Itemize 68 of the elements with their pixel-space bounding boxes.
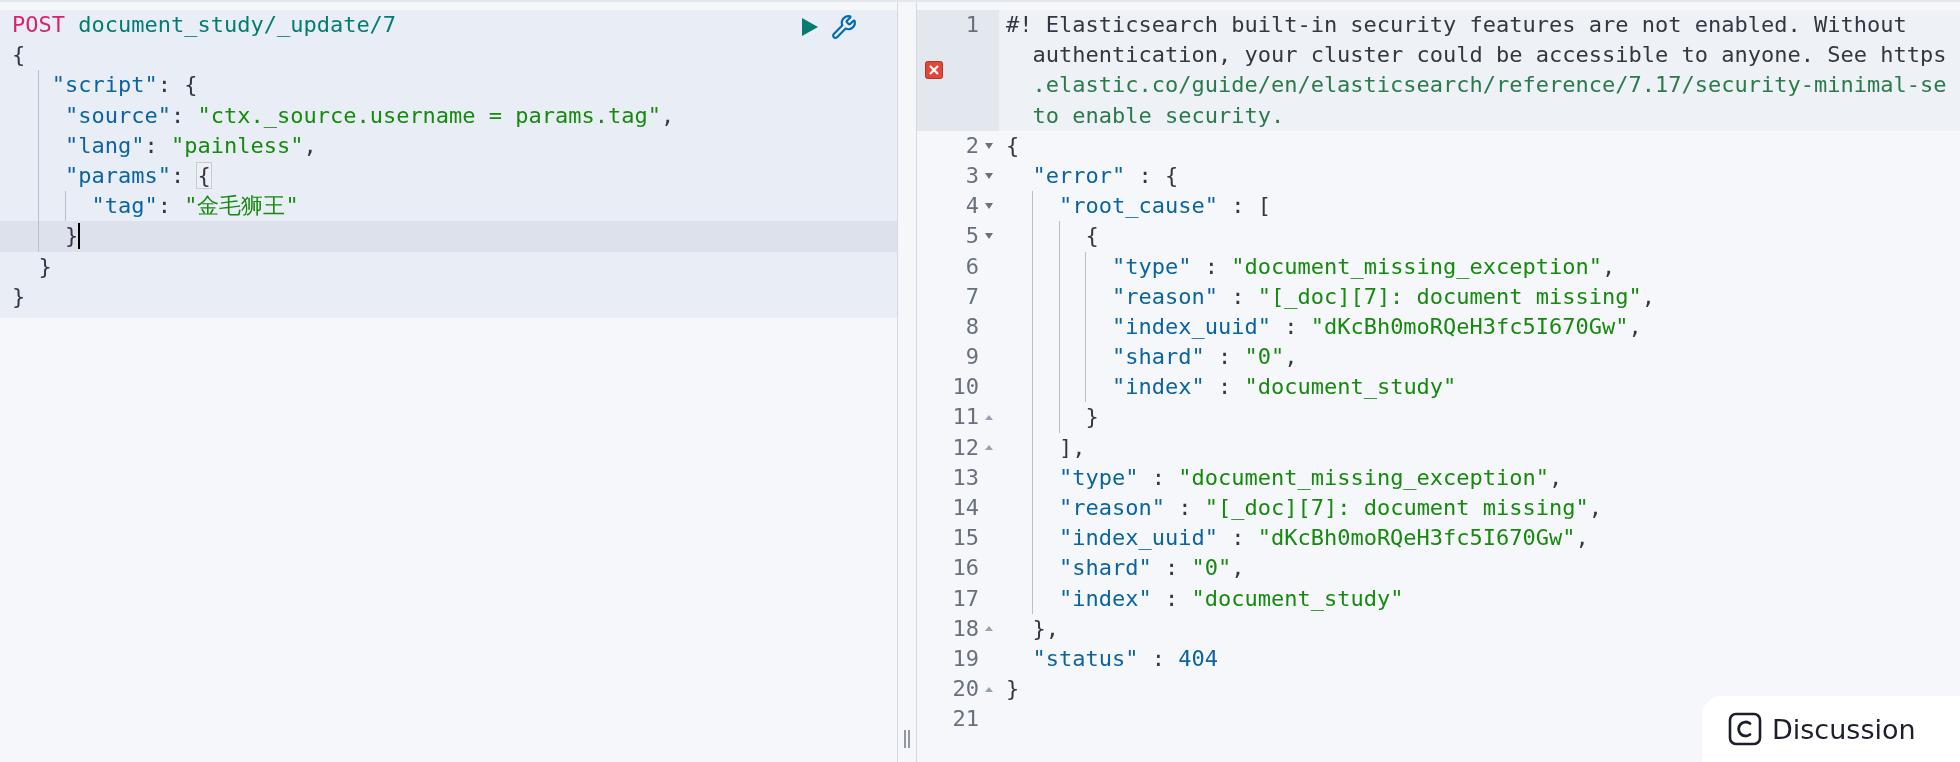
fold-arrow-icon[interactable] <box>985 445 993 451</box>
code-line: "index" : "document_study" <box>1006 583 1404 614</box>
code-line: "index_uuid" : "dKcBh0moRQeH3fc5I670Gw", <box>1006 523 1589 554</box>
line-number: 15 <box>951 524 979 553</box>
code-line: "tag": "金毛狮王" <box>12 191 299 222</box>
code-line: .elastic.co/guide/en/elasticsearch/reference/7.17/security-minimal-se <box>1032 71 1947 100</box>
code-line: }, <box>1031 614 1059 643</box>
code-line: "root_cause" : [ <box>1006 191 1271 222</box>
code-line: { <box>1006 221 1099 252</box>
code-line: ], <box>1006 432 1086 463</box>
line-number: 3 <box>964 161 979 190</box>
line-number: 17 <box>951 584 979 613</box>
fold-arrow-icon[interactable] <box>984 173 994 180</box>
line-number: 9 <box>964 343 979 372</box>
fold-arrow-icon[interactable] <box>984 142 994 149</box>
code-line: } <box>12 282 26 311</box>
comment-icon <box>1728 712 1762 746</box>
code-line: "type" : "document_missing_exception", <box>1006 462 1563 493</box>
error-icon[interactable] <box>925 61 943 80</box>
line-number: 7 <box>964 282 979 311</box>
line-number: 16 <box>951 554 979 583</box>
line-number: 10 <box>951 373 979 402</box>
line-number: 19 <box>951 644 979 673</box>
fold-arrow-icon[interactable] <box>985 686 993 692</box>
wrench-icon[interactable] <box>831 14 857 40</box>
discussion-button[interactable]: Discussion <box>1702 696 1960 762</box>
line-number: 13 <box>951 463 979 492</box>
play-icon[interactable] <box>801 17 819 37</box>
fold-arrow-icon[interactable] <box>984 203 994 210</box>
code-line: } <box>1006 402 1099 433</box>
code-line: "script": { <box>12 70 198 101</box>
code-line: authentication, your cluster could be accessible to anyone. See https <box>1032 41 1947 70</box>
line-number: 14 <box>951 494 979 522</box>
code-line: "shard" : "0", <box>1006 553 1245 584</box>
code-line: "type" : "document_missing_exception", <box>1006 251 1616 282</box>
code-line: "index" : "document_study" <box>1006 372 1457 403</box>
line-number: 21 <box>951 705 979 734</box>
fold-arrow-icon[interactable] <box>984 233 994 240</box>
code-line: "status" : 404 <box>1031 644 1218 673</box>
code-line: POST document_study/_update/7 <box>12 11 397 39</box>
line-number: 20 <box>951 675 979 704</box>
line-number: 6 <box>964 252 979 281</box>
code-line: #! Elasticsearch built-in security features are not enabled. Without <box>1006 11 1907 39</box>
code-line: "source": "ctx._source.username = params.tag", <box>12 100 675 131</box>
code-line: "params": { <box>12 160 211 192</box>
line-number: 18 <box>951 614 979 643</box>
code-line: "lang": "painless", <box>12 130 317 161</box>
line-number: 12 <box>951 433 979 462</box>
code-line: } <box>37 252 52 281</box>
code-line: to enable security. <box>1032 101 1285 130</box>
line-number: 8 <box>964 312 979 341</box>
line-number: 5 <box>964 222 979 251</box>
fold-arrow-icon[interactable] <box>985 626 993 632</box>
code-line: "index_uuid" : "dKcBh0moRQeH3fc5I670Gw", <box>1006 311 1642 343</box>
line-number: 4 <box>964 192 979 221</box>
line-number: 1 <box>964 11 979 39</box>
code-line: { <box>1006 131 1020 160</box>
fold-arrow-icon[interactable] <box>985 415 993 421</box>
code-line: { <box>12 41 26 70</box>
line-number: 2 <box>964 131 979 160</box>
code-line: "shard" : "0", <box>1006 342 1298 373</box>
code-line: "reason" : "[_doc][7]: document missing", <box>1006 281 1656 312</box>
code-line: } <box>12 221 79 252</box>
line-number: 11 <box>951 403 979 432</box>
code-line: "error" : { <box>1031 161 1179 190</box>
code-line: "reason" : "[_doc][7]: document missing", <box>1006 493 1603 524</box>
resize-handle-icon[interactable] <box>904 730 910 748</box>
code-line: } <box>1006 675 1020 704</box>
